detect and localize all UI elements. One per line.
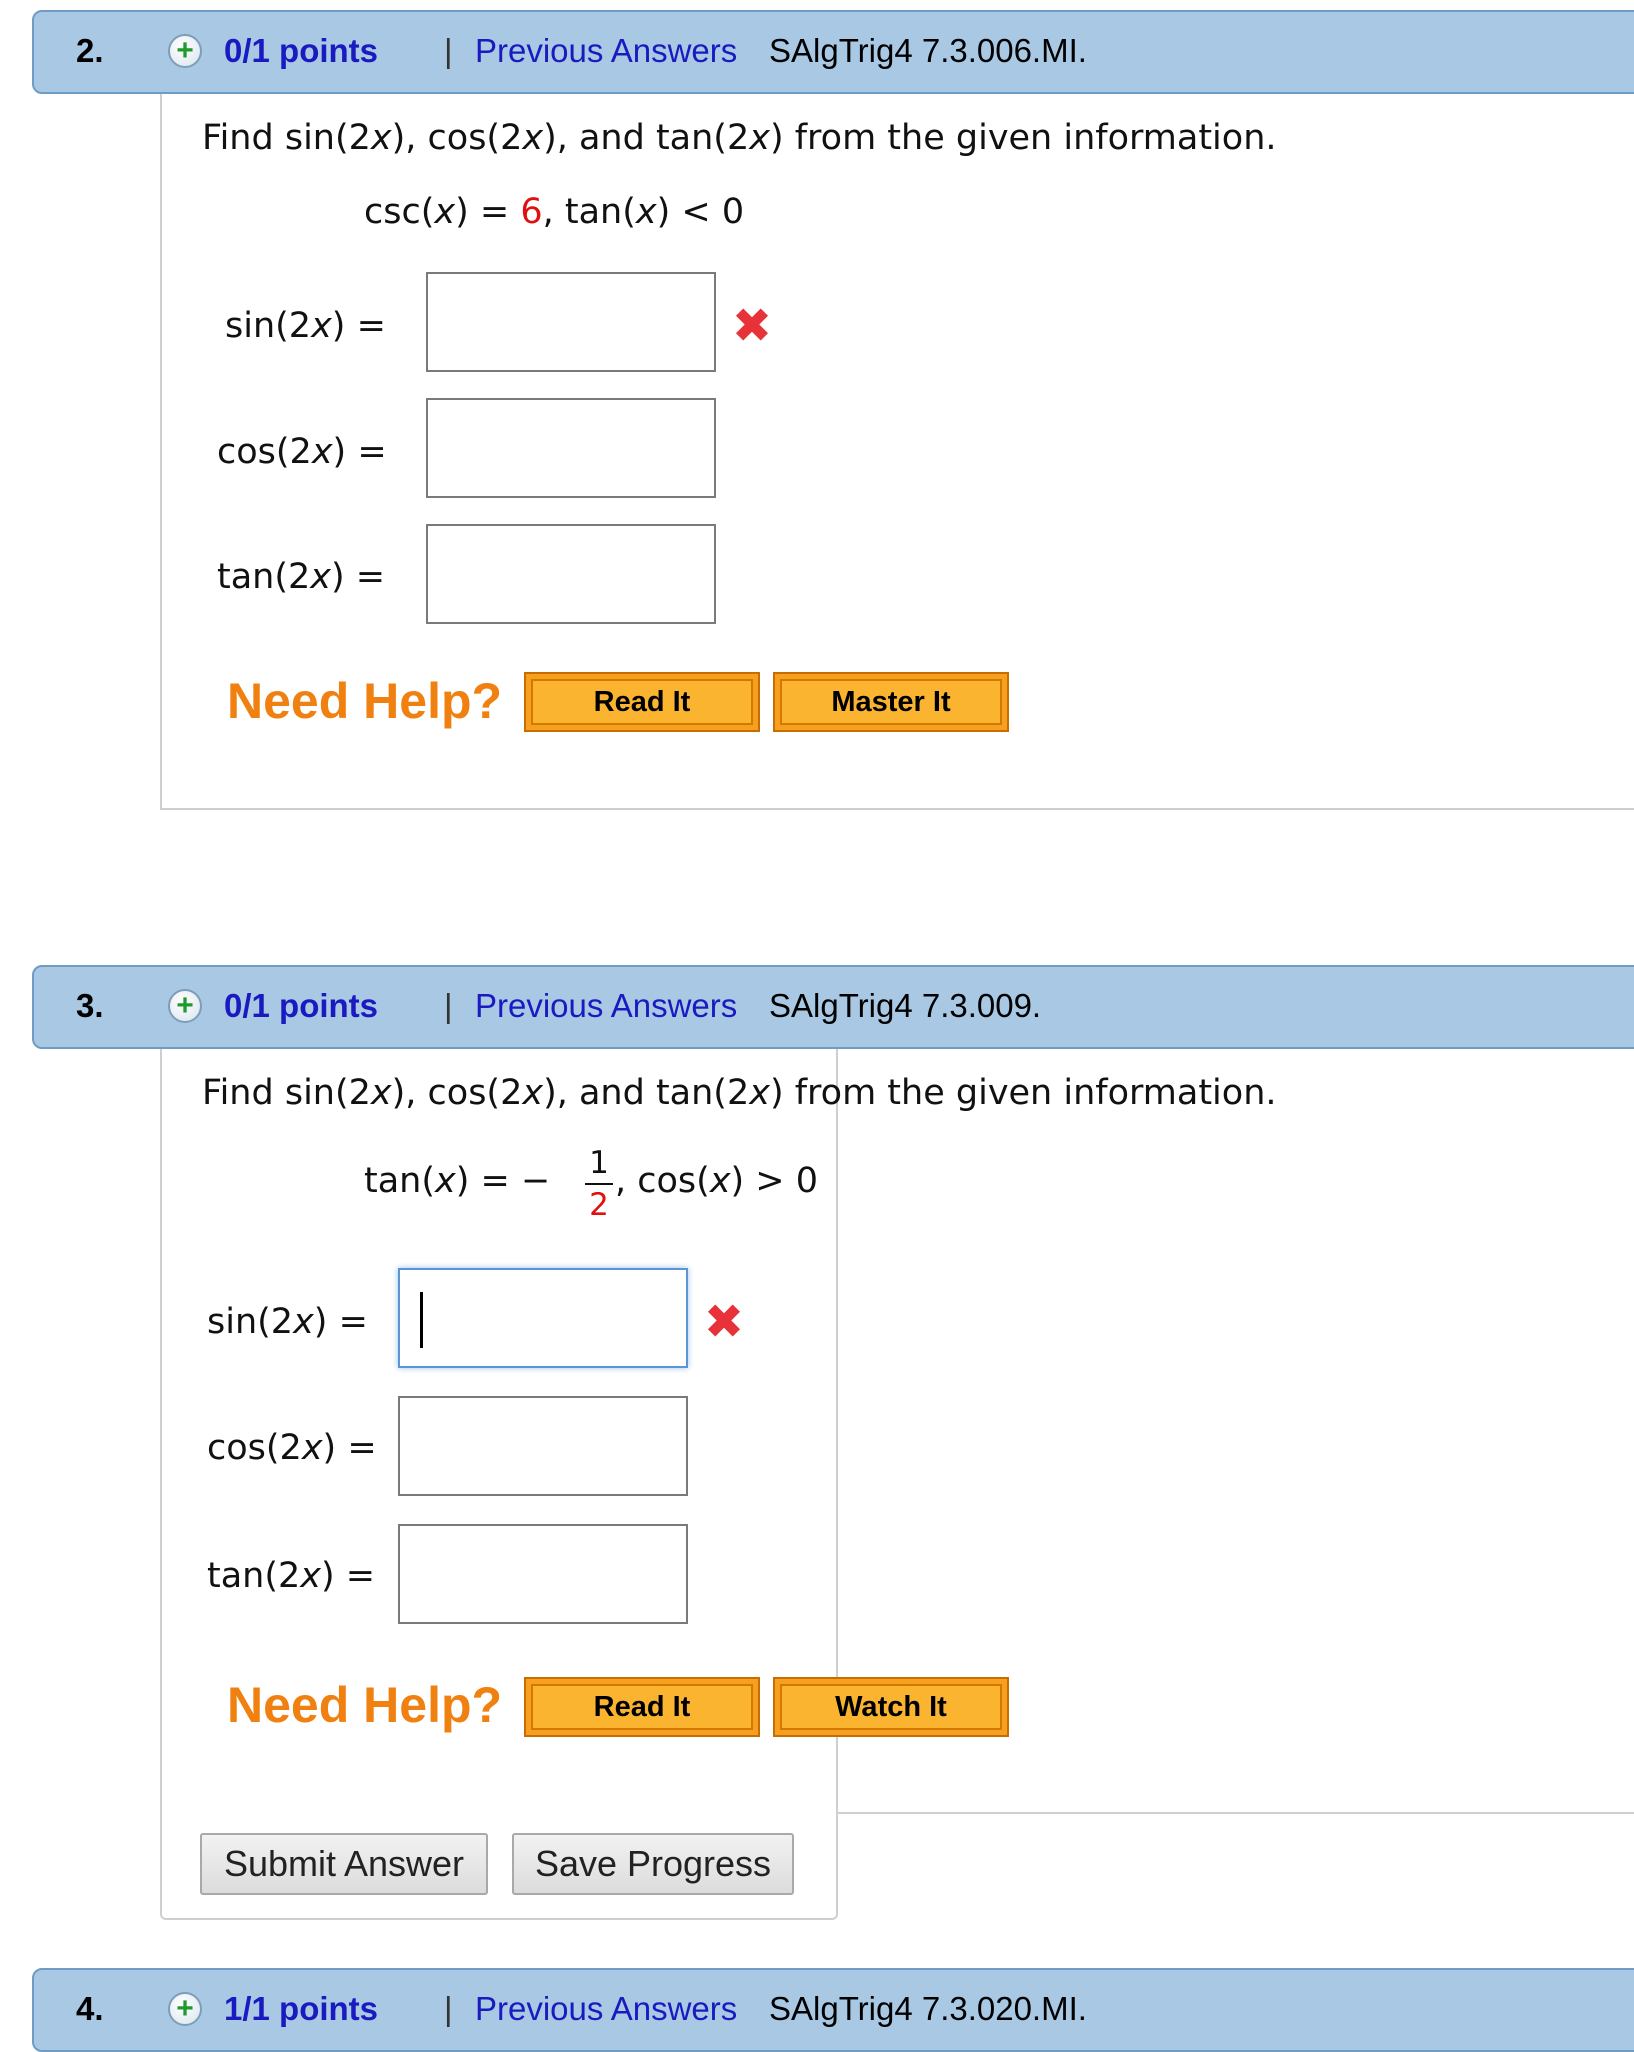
question-header: 3. + 0/1 points | Previous Answers SAlgT… [32,965,1634,1049]
save-progress-button[interactable]: Save Progress [512,1833,794,1895]
read-it-button[interactable]: Read It [524,1677,760,1737]
sin-2x-input[interactable] [426,272,716,372]
given-information: tan(x) = − [364,1161,551,1201]
question-code: SAlgTrig4 7.3.009. [769,987,1042,1024]
submit-answer-button[interactable]: Submit Answer [200,1833,488,1895]
question-prompt: Find sin(2x), cos(2x), and tan(2x) from … [202,1073,1277,1113]
incorrect-x-icon: ✖ [731,298,773,354]
points-link[interactable]: 0/1 points [224,987,378,1025]
previous-answers-link[interactable]: Previous Answers [475,1990,737,2028]
cos-2x-label: cos(2x) = [207,1428,377,1468]
separator: | [444,987,453,1024]
fraction: 1 2 [585,1145,613,1223]
read-it-button[interactable]: Read It [524,672,760,732]
tan-2x-input[interactable] [426,524,716,624]
given-value: 6 [520,192,543,232]
question-code: SAlgTrig4 7.3.020.MI. [769,1990,1087,2027]
sin-2x-label: sin(2x) = [225,306,386,346]
sin-2x-input[interactable] [398,1268,688,1368]
incorrect-x-icon: ✖ [703,1294,745,1350]
given-information: csc(x) = 6, tan(x) < 0 [364,192,745,232]
tan-2x-label: tan(2x) = [217,557,386,597]
tan-2x-label: tan(2x) = [207,1556,376,1596]
cos-2x-input[interactable] [398,1396,688,1496]
tan-2x-input[interactable] [398,1524,688,1624]
points-link[interactable]: 0/1 points [224,32,378,70]
watch-it-button[interactable]: Watch It [773,1677,1009,1737]
separator: | [444,1990,453,2027]
points-link[interactable]: 1/1 points [224,1990,378,2028]
fraction-denominator: 2 [589,1187,609,1223]
question-code: SAlgTrig4 7.3.006.MI. [769,32,1087,69]
sin-2x-label: sin(2x) = [207,1302,368,1342]
need-help-label: Need Help? [227,673,503,729]
expand-plus-icon[interactable]: + [168,34,202,68]
previous-answers-link[interactable]: Previous Answers [475,32,737,70]
expand-plus-icon[interactable]: + [168,1992,202,2026]
fraction-numerator: 1 [589,1145,609,1181]
given-information-cont: , cos(x) > 0 [615,1161,819,1201]
question-header: 4. + 1/1 points | Previous Answers SAlgT… [32,1968,1634,2052]
question-header: 2. + 0/1 points | Previous Answers SAlgT… [32,10,1634,94]
text-cursor [420,1292,423,1348]
master-it-button[interactable]: Master It [773,672,1009,732]
previous-answers-link[interactable]: Previous Answers [475,987,737,1025]
divider [836,1812,1634,1814]
cos-2x-label: cos(2x) = [217,432,387,472]
question-number: 3. [76,987,104,1024]
fraction-bar [585,1183,613,1185]
question-number: 4. [76,1990,104,2027]
cos-2x-input[interactable] [426,398,716,498]
need-help-label: Need Help? [227,1677,503,1733]
question-prompt: Find sin(2x), cos(2x), and tan(2x) from … [202,118,1277,158]
expand-plus-icon[interactable]: + [168,989,202,1023]
separator: | [444,32,453,69]
question-number: 2. [76,32,104,69]
